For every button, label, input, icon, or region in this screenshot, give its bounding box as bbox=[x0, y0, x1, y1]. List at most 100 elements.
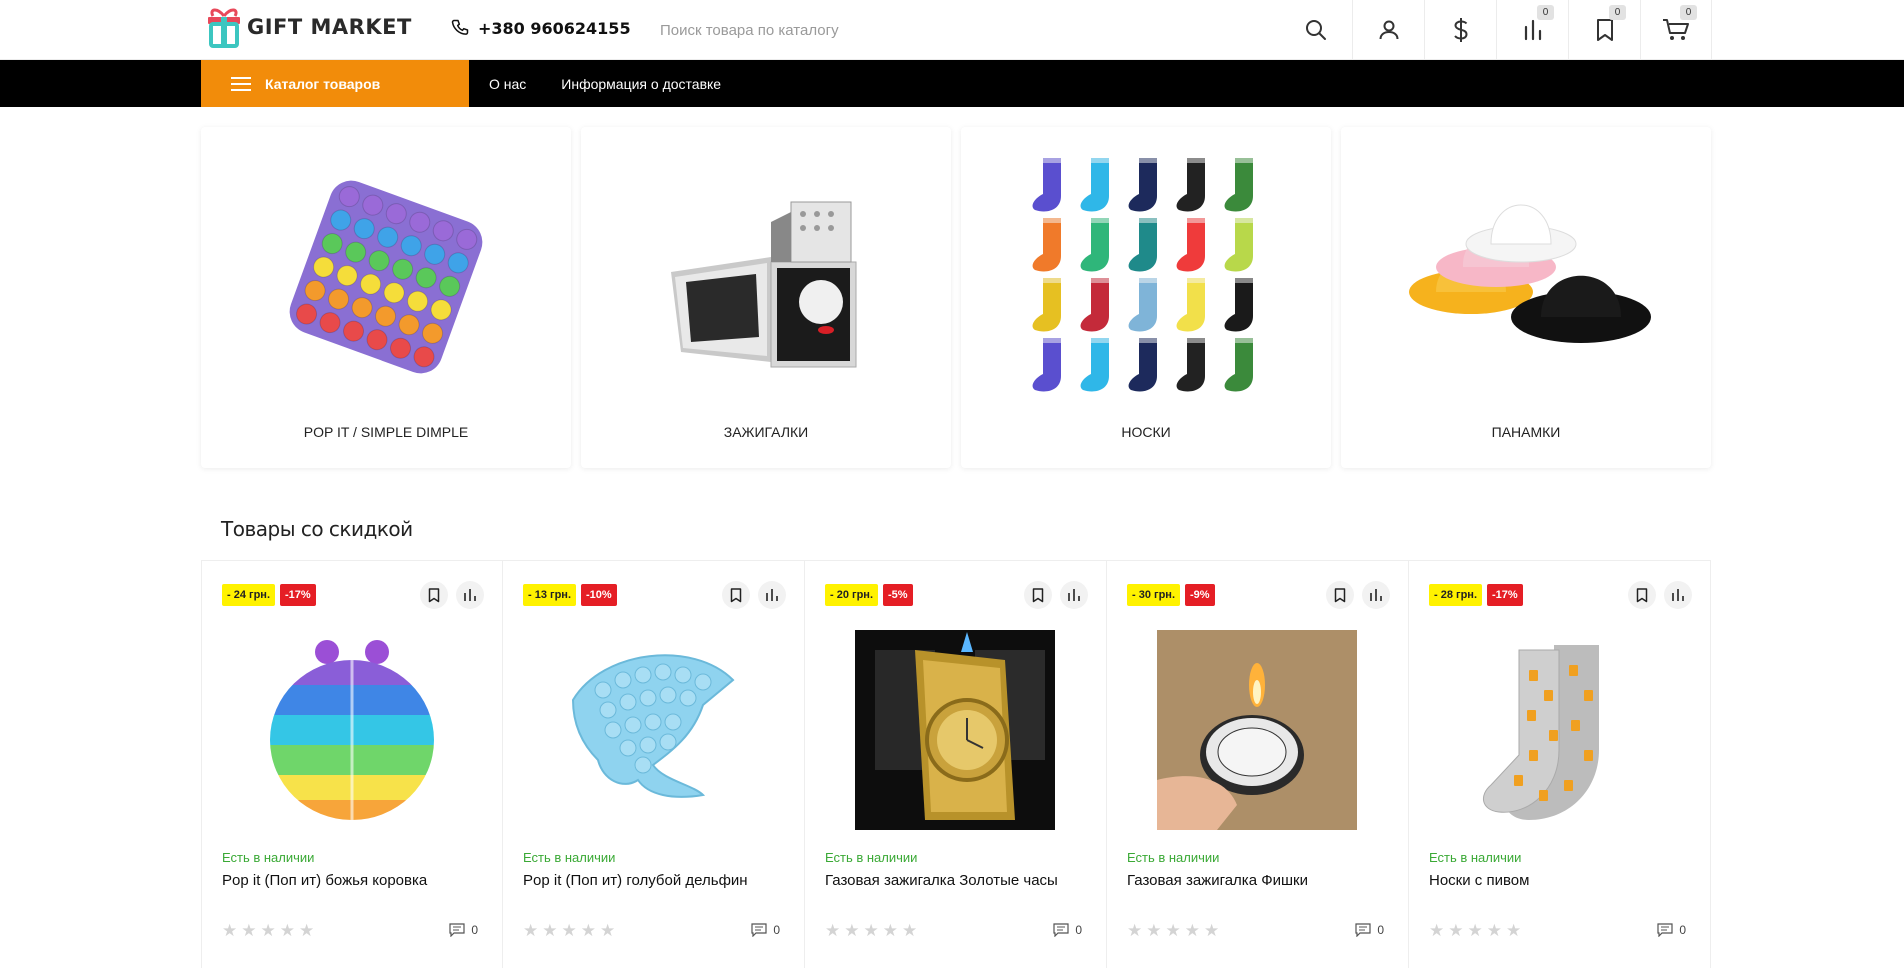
cart-count-badge: 0 bbox=[1680, 5, 1697, 20]
bookmark-icon bbox=[428, 587, 440, 602]
add-to-wishlist-button[interactable] bbox=[1326, 581, 1354, 609]
cart-button[interactable]: 0 bbox=[1640, 0, 1712, 60]
product-name-link[interactable]: Pop it (Поп ит) божья коровка bbox=[222, 872, 492, 889]
gift-box-icon bbox=[205, 7, 243, 48]
bar-chart-icon bbox=[464, 589, 476, 601]
compare-button[interactable]: 0 bbox=[1496, 0, 1568, 60]
discount-amount-badge: - 20 грн. bbox=[825, 584, 879, 606]
reviews-count[interactable]: 0 bbox=[1657, 923, 1686, 937]
reviews-count-value: 0 bbox=[773, 923, 780, 937]
add-to-compare-button[interactable] bbox=[1362, 581, 1390, 609]
category-name: POP IT / SIMPLE DIMPLE bbox=[303, 424, 469, 440]
bookmark-icon bbox=[1636, 587, 1648, 602]
reviews-count[interactable]: 0 bbox=[1053, 923, 1082, 937]
add-to-wishlist-button[interactable] bbox=[1024, 581, 1052, 609]
cart-icon bbox=[1663, 19, 1689, 40]
pop-it-image bbox=[261, 152, 511, 402]
logo[interactable]: GIFT MARKET bbox=[205, 5, 412, 49]
reviews-count-value: 0 bbox=[1377, 923, 1384, 937]
add-to-compare-button[interactable] bbox=[456, 581, 484, 609]
bucket-hats-image bbox=[1401, 152, 1651, 402]
dollar-icon bbox=[1453, 18, 1468, 42]
stock-status: Есть в наличии bbox=[523, 850, 616, 865]
lighter-image bbox=[641, 152, 891, 402]
bookmark-icon bbox=[730, 587, 742, 602]
catalog-menu-button[interactable]: Каталог товаров bbox=[201, 60, 469, 107]
phone-link[interactable]: +380 960624155 bbox=[450, 18, 631, 38]
reviews-count-value: 0 bbox=[1679, 923, 1686, 937]
add-to-wishlist-button[interactable] bbox=[1628, 581, 1656, 609]
discount-percent-badge: -17% bbox=[280, 584, 316, 606]
product-image-poker-chip-lighter[interactable] bbox=[1157, 630, 1357, 830]
product-card[interactable]: - 30 грн. -9% Есть в наличии Газовая заж… bbox=[1107, 561, 1409, 968]
currency-button[interactable] bbox=[1424, 0, 1496, 60]
phone-icon bbox=[451, 19, 469, 35]
comment-icon bbox=[751, 923, 767, 937]
add-to-wishlist-button[interactable] bbox=[722, 581, 750, 609]
product-name-link[interactable]: Pop it (Поп ит) голубой дельфин bbox=[523, 872, 794, 889]
bookmark-icon bbox=[1596, 19, 1613, 41]
product-image-gold-watch-lighter[interactable] bbox=[855, 630, 1055, 830]
add-to-compare-button[interactable] bbox=[758, 581, 786, 609]
reviews-count[interactable]: 0 bbox=[1355, 923, 1384, 937]
product-card[interactable]: - 28 грн. -17% Есть в наличии Носки с пи… bbox=[1409, 561, 1711, 968]
main-nav: Каталог товаров О нас Информация о доста… bbox=[0, 60, 1904, 107]
category-grid: POP IT / SIMPLE DIMPLE Зажигалки Носки bbox=[201, 127, 1711, 468]
bookmark-icon bbox=[1032, 587, 1044, 602]
phone-number: +380 960624155 bbox=[478, 18, 631, 38]
stock-status: Есть в наличии bbox=[825, 850, 918, 865]
add-to-compare-button[interactable] bbox=[1664, 581, 1692, 609]
bookmark-icon bbox=[1334, 587, 1346, 602]
bar-chart-icon bbox=[1370, 589, 1382, 601]
add-to-compare-button[interactable] bbox=[1060, 581, 1088, 609]
product-card[interactable]: - 24 грн. -17% Есть в наличии Pop it (По… bbox=[201, 561, 503, 968]
rating-stars: ★ ★ ★ ★ ★ bbox=[1127, 921, 1220, 940]
discount-amount-badge: - 28 грн. bbox=[1429, 584, 1483, 606]
comment-icon bbox=[449, 923, 465, 937]
product-card[interactable]: - 13 грн. -10% Есть в наличии Pop it (По… bbox=[503, 561, 805, 968]
nav-link-about[interactable]: О нас bbox=[489, 76, 526, 92]
comment-icon bbox=[1657, 923, 1673, 937]
rating-stars: ★ ★ ★ ★ ★ bbox=[825, 921, 918, 940]
product-name-link[interactable]: Носки с пивом bbox=[1429, 872, 1700, 889]
category-card-pop-it[interactable]: POP IT / SIMPLE DIMPLE bbox=[201, 127, 571, 468]
discount-percent-badge: -5% bbox=[883, 584, 913, 606]
product-grid: - 24 грн. -17% Есть в наличии Pop it (По… bbox=[201, 560, 1711, 968]
category-card-lighters[interactable]: Зажигалки bbox=[581, 127, 951, 468]
category-card-socks[interactable]: Носки bbox=[961, 127, 1331, 468]
discount-percent-badge: -17% bbox=[1487, 584, 1523, 606]
bar-chart-icon bbox=[1672, 589, 1684, 601]
product-name-link[interactable]: Газовая зажигалка Фишки bbox=[1127, 872, 1398, 889]
catalog-menu-label: Каталог товаров bbox=[265, 75, 381, 92]
category-name: Панамки bbox=[1491, 424, 1561, 440]
wishlist-count-badge: 0 bbox=[1609, 5, 1626, 20]
search-button[interactable] bbox=[1280, 0, 1352, 60]
socks-image bbox=[1021, 152, 1271, 402]
product-name-link[interactable]: Газовая зажигалка Золотые часы bbox=[825, 872, 1096, 889]
compare-count-badge: 0 bbox=[1537, 5, 1554, 20]
nav-link-delivery[interactable]: Информация о доставке bbox=[561, 76, 721, 92]
category-card-bucket-hats[interactable]: Панамки bbox=[1341, 127, 1711, 468]
logo-text: GIFT MARKET bbox=[247, 15, 412, 39]
reviews-count[interactable]: 0 bbox=[751, 923, 780, 937]
rating-stars: ★ ★ ★ ★ ★ bbox=[1429, 921, 1522, 940]
comment-icon bbox=[1053, 923, 1069, 937]
discount-percent-badge: -10% bbox=[581, 584, 617, 606]
reviews-count[interactable]: 0 bbox=[449, 923, 478, 937]
stock-status: Есть в наличии bbox=[1127, 850, 1220, 865]
account-button[interactable] bbox=[1352, 0, 1424, 60]
product-image-dolphin-pop-it[interactable] bbox=[553, 630, 753, 830]
stock-status: Есть в наличии bbox=[1429, 850, 1522, 865]
product-image-ladybug-pop-it[interactable] bbox=[252, 630, 452, 830]
category-name: Зажигалки bbox=[723, 424, 809, 440]
user-icon bbox=[1379, 20, 1398, 40]
product-image-beer-socks[interactable] bbox=[1459, 630, 1659, 830]
header: GIFT MARKET +380 960624155 0 0 0 bbox=[0, 0, 1904, 60]
discount-section-title: Товары со скидкой bbox=[221, 517, 413, 541]
discount-amount-badge: - 13 грн. bbox=[523, 584, 577, 606]
wishlist-button[interactable]: 0 bbox=[1568, 0, 1640, 60]
product-card[interactable]: - 20 грн. -5% Есть в наличии Газовая заж… bbox=[805, 561, 1107, 968]
add-to-wishlist-button[interactable] bbox=[420, 581, 448, 609]
search-input[interactable] bbox=[643, 10, 1303, 50]
bar-chart-icon bbox=[1524, 19, 1541, 41]
